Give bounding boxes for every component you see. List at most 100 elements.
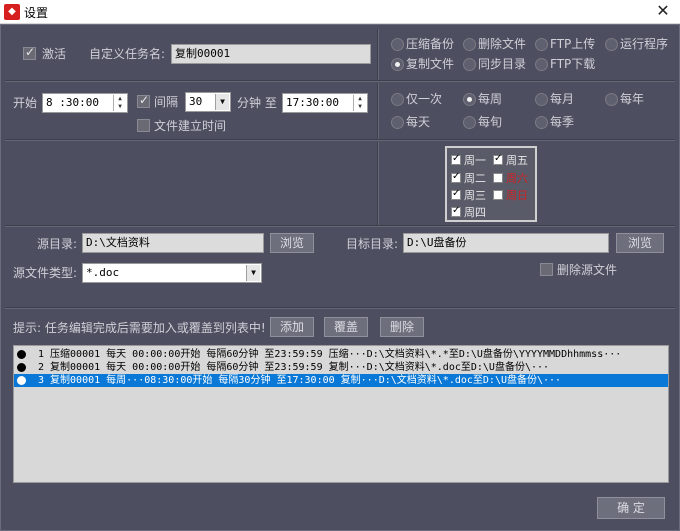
source-browse-button[interactable]: 浏览 (270, 233, 314, 253)
delete-button[interactable]: 删除 (380, 317, 424, 337)
op-label-ftp-download: FTP下载 (550, 57, 596, 71)
freq-radio-tenday[interactable] (463, 116, 476, 129)
weekday-checkbox[interactable] (451, 204, 461, 218)
start-label: 开始 (13, 96, 38, 110)
close-button[interactable]: ✕ (646, 0, 680, 24)
file-time-label: 文件建立时间 (154, 119, 227, 133)
status-dot-icon (17, 350, 26, 359)
freq-label-weekly: 每周 (478, 92, 503, 106)
weekday-checkbox[interactable] (451, 187, 461, 201)
table-row[interactable]: 3 复制00001 每周···08:30:00开始 每隔30分钟 至17:30:… (14, 374, 668, 387)
freq-radio-weekly[interactable] (463, 93, 476, 106)
vertical-divider (377, 83, 379, 139)
freq-radio-quarterly[interactable] (535, 116, 548, 129)
task-row-text: 3 复制00001 每周···08:30:00开始 每隔30分钟 至17:30:… (38, 375, 562, 386)
start-time-value: 8 :30:00 (46, 96, 99, 109)
overwrite-button[interactable]: 覆盖 (324, 317, 368, 337)
freq-label-monthly: 每月 (550, 92, 575, 106)
add-button[interactable]: 添加 (270, 317, 314, 337)
task-name-label: 自定义任务名: (89, 47, 166, 61)
end-time-spinner[interactable]: ▲ ▼ (353, 95, 366, 111)
chevron-down-icon[interactable]: ▼ (246, 265, 260, 281)
weekday-item[interactable]: 周日 (493, 189, 528, 203)
op-label-copy: 复制文件 (406, 57, 455, 71)
op-radio-ftp-upload[interactable] (535, 38, 548, 51)
weekday-item[interactable]: 周一 (451, 152, 486, 168)
freq-radio-yearly[interactable] (605, 93, 618, 106)
source-dir-input[interactable]: D:\文档资料 (82, 233, 264, 253)
task-name-input[interactable]: 复制00001 (171, 44, 371, 64)
weekday-checkbox[interactable] (493, 152, 503, 166)
table-row[interactable]: 1 压缩00001 每天 00:00:00开始 每隔60分钟 至23:59:59… (14, 348, 668, 361)
title-bar: ◆ 设置 ✕ (0, 0, 680, 24)
target-browse-button[interactable]: 浏览 (616, 233, 664, 253)
source-dir-label: 源目录: (37, 237, 78, 251)
status-dot-icon (17, 376, 26, 385)
weekday-checkbox[interactable] (451, 152, 461, 166)
task-row-text: 2 复制00001 每天 00:00:00开始 每隔60分钟 至23:59:59… (38, 362, 550, 373)
interval-select[interactable]: 30 ▼ (185, 92, 231, 112)
vertical-divider (377, 29, 379, 81)
interval-label: 间隔 (154, 95, 179, 109)
confirm-button[interactable]: 确 定 (597, 497, 665, 519)
weekday-item[interactable]: 周二 (451, 170, 486, 186)
minute-label: 分钟 至 (237, 96, 277, 110)
weekday-checkbox[interactable] (451, 170, 461, 184)
activate-checkbox[interactable] (23, 45, 36, 60)
activate-label: 激活 (42, 47, 67, 61)
vertical-divider (377, 142, 379, 226)
op-radio-ftp-download[interactable] (535, 58, 548, 71)
delete-source-checkbox[interactable] (540, 263, 553, 276)
file-time-checkbox[interactable] (137, 119, 150, 132)
end-time-input[interactable]: 17:30:00 ▲ ▼ (282, 93, 368, 113)
section-divider (5, 225, 675, 227)
chevron-down-icon[interactable]: ▼ (215, 94, 229, 110)
freq-radio-monthly[interactable] (535, 93, 548, 106)
freq-radio-once[interactable] (391, 93, 404, 106)
op-label-delete: 删除文件 (478, 37, 527, 51)
end-time-value: 17:30:00 (286, 96, 339, 109)
op-radio-compress[interactable] (391, 38, 404, 51)
weekday-item[interactable]: 周五 (493, 152, 528, 168)
weekday-item[interactable]: 周六 (493, 172, 528, 186)
task-list[interactable]: 1 压缩00001 每天 00:00:00开始 每隔60分钟 至23:59:59… (13, 345, 669, 483)
file-type-value: *.doc (86, 266, 120, 279)
freq-label-tenday: 每旬 (478, 115, 503, 129)
op-radio-sync[interactable] (463, 58, 476, 71)
op-label-compress: 压缩备份 (406, 37, 455, 51)
hint-text: 提示: 任务编辑完成后需要加入或覆盖到列表中! (13, 321, 266, 335)
section-divider (5, 307, 675, 309)
weekday-checkbox[interactable] (493, 190, 503, 200)
interval-checkbox[interactable] (137, 93, 150, 108)
freq-label-once: 仅一次 (406, 92, 443, 106)
freq-label-quarterly: 每季 (550, 115, 575, 129)
file-type-label: 源文件类型: (13, 266, 78, 280)
weekday-item[interactable]: 周四 (451, 204, 486, 220)
window-title: 设置 (24, 6, 49, 20)
table-row[interactable]: 2 复制00001 每天 00:00:00开始 每隔60分钟 至23:59:59… (14, 361, 668, 374)
op-radio-copy[interactable] (391, 58, 404, 71)
weekday-checkbox[interactable] (493, 173, 503, 183)
start-time-spinner[interactable]: ▲ ▼ (113, 95, 126, 111)
file-type-select[interactable]: *.doc ▼ (82, 263, 262, 283)
op-label-sync: 同步目录 (478, 57, 527, 71)
target-dir-label: 目标目录: (346, 237, 399, 251)
delete-source-label: 删除源文件 (557, 263, 618, 277)
interval-value: 30 (189, 95, 203, 108)
target-dir-input[interactable]: D:\U盘备份 (403, 233, 609, 253)
freq-radio-daily[interactable] (391, 116, 404, 129)
op-radio-delete[interactable] (463, 38, 476, 51)
freq-label-daily: 每天 (406, 115, 431, 129)
freq-label-yearly: 每年 (620, 92, 645, 106)
weekday-selector: 周一 周二 周三 周四 周五 周六 周日 (445, 146, 537, 222)
start-time-input[interactable]: 8 :30:00 ▲ ▼ (42, 93, 128, 113)
section-divider (5, 80, 675, 82)
status-dot-icon (17, 363, 26, 372)
op-radio-run[interactable] (605, 38, 618, 51)
weekday-item[interactable]: 周三 (451, 187, 486, 203)
section-divider (5, 139, 675, 141)
op-label-run: 运行程序 (620, 37, 669, 51)
op-label-ftp-upload: FTP上传 (550, 37, 596, 51)
settings-panel: 激活 自定义任务名: 复制00001 压缩备份 删除文件 FTP上传 运行程序 … (0, 24, 680, 531)
task-row-text: 1 压缩00001 每天 00:00:00开始 每隔60分钟 至23:59:59… (38, 349, 622, 360)
